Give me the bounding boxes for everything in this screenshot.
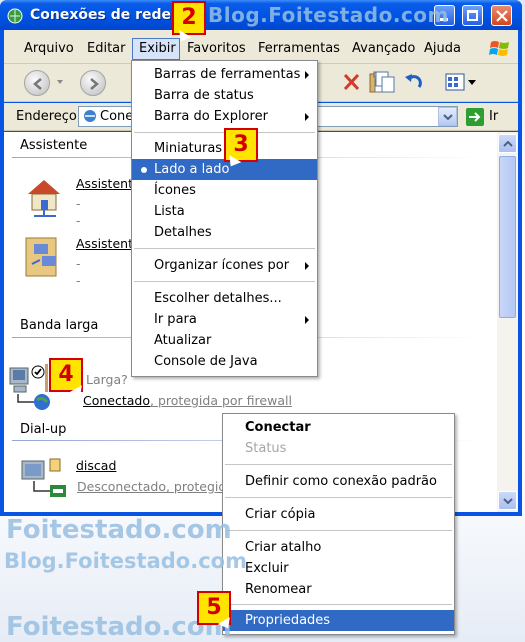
chevron-down-icon [503, 498, 513, 504]
context-item-create-shortcut[interactable]: Criar atalho [223, 537, 454, 558]
submenu-arrow-icon [305, 71, 309, 79]
dialup-connection-icon[interactable] [20, 455, 70, 505]
group-title-banda-larga: Banda larga [20, 318, 99, 333]
view-menu-item-go-to[interactable]: Ir para [132, 309, 317, 330]
selected-bullet-icon [141, 167, 147, 173]
context-item-properties[interactable]: Propriedades [223, 610, 454, 631]
context-item-status: Status [245, 441, 287, 456]
maximize-button[interactable] [462, 5, 483, 26]
view-menu-item-status-bar[interactable]: Barra de status [132, 85, 317, 106]
context-menu: Conectar Status Definir como conexão pad… [222, 413, 455, 635]
network-connections-icon [7, 8, 23, 24]
view-menu-item-arrange-icons[interactable]: Organizar ícones por [132, 255, 317, 276]
address-value: Cone [100, 109, 134, 124]
address-dropdown-button[interactable] [438, 107, 457, 126]
menu-separator [225, 530, 452, 531]
menu-separator [225, 464, 452, 465]
scroll-up-button[interactable] [498, 134, 517, 153]
dialup-status: Desconectado, protegid [77, 479, 227, 494]
wizard-2-line1: - [76, 256, 81, 271]
view-menu-item-java-console[interactable]: Console de Java [132, 351, 317, 372]
context-item-set-default[interactable]: Definir como conexão padrão [223, 471, 454, 492]
menu-ferramentas[interactable]: Ferramentas [258, 41, 340, 56]
wizard-1-line2: - [76, 213, 81, 228]
undo-icon[interactable] [403, 71, 425, 93]
back-button[interactable] [24, 70, 50, 96]
go-button[interactable]: Ir [489, 109, 498, 124]
broadband-name[interactable]: Larga? [86, 372, 128, 387]
broadband-status-row: Conectado, protegida por firewall [83, 393, 292, 408]
window-title: Conexões de rede [30, 7, 172, 23]
back-dropdown-icon[interactable] [57, 80, 63, 84]
views-button[interactable] [444, 71, 478, 93]
menu-favoritos[interactable]: Favoritos [187, 41, 246, 56]
view-menu-item-toolbars[interactable]: Barras de ferramentas [132, 64, 317, 85]
network-folder-icon [84, 110, 96, 122]
menu-editar[interactable]: Editar [87, 41, 126, 56]
chevron-down-icon [443, 114, 453, 120]
submenu-arrow-icon [305, 113, 309, 121]
view-menu-item-list[interactable]: Lista [132, 201, 317, 222]
context-item-delete[interactable]: Excluir [223, 558, 454, 579]
forward-button[interactable] [80, 70, 106, 96]
wizard-1-line1: - [76, 196, 81, 211]
delete-icon[interactable] [342, 71, 362, 93]
forward-arrow-icon [90, 78, 99, 90]
step-badge-2: 2 [172, 1, 206, 35]
context-item-rename[interactable]: Renomear [223, 579, 454, 600]
menu-ajuda[interactable]: Ajuda [424, 41, 461, 56]
copy-icon[interactable] [374, 70, 396, 94]
submenu-arrow-icon [305, 262, 309, 270]
broadband-status-extra: , protegida por firewall [150, 393, 292, 408]
watermark-1: Foitestado.com [6, 515, 232, 545]
menu-separator [225, 497, 452, 498]
context-item-create-copy[interactable]: Criar cópia [223, 504, 454, 525]
close-icon [496, 10, 508, 22]
maximize-icon [467, 10, 478, 21]
wizard-2-line2: - [76, 273, 81, 288]
address-label: Endereço [16, 109, 77, 124]
windows-logo-icon [489, 41, 509, 56]
close-button[interactable] [491, 5, 512, 26]
submenu-arrow-icon [305, 316, 309, 324]
menu-exibir[interactable]: Exibir [139, 41, 176, 56]
watermark-top: Blog.Foitestado.com [208, 3, 449, 27]
dialup-name[interactable]: discad [76, 458, 116, 473]
group-title-assistente: Assistente [20, 138, 88, 153]
menu-arquivo[interactable]: Arquivo [24, 41, 74, 56]
home-network-wizard-icon[interactable] [22, 174, 68, 218]
back-arrow-icon [33, 78, 42, 90]
scroll-down-button[interactable] [498, 491, 517, 510]
group-title-dialup: Dial-up [20, 422, 67, 437]
go-arrow-icon[interactable] [466, 108, 484, 126]
broadband-status[interactable]: Conectado [83, 393, 150, 408]
menu-separator [225, 604, 452, 605]
new-connection-wizard-icon[interactable] [22, 234, 68, 280]
view-menu: Barras de ferramentas Barra de status Ba… [131, 60, 318, 377]
view-menu-item-explorer-bar[interactable]: Barra do Explorer [132, 106, 317, 127]
view-menu-item-icons[interactable]: Ícones [132, 180, 317, 201]
menu-separator [134, 248, 315, 249]
view-menu-item-details[interactable]: Detalhes [132, 222, 317, 243]
view-menu-item-refresh[interactable]: Atualizar [132, 330, 317, 351]
view-menu-item-choose-details[interactable]: Escolher detalhes... [132, 288, 317, 309]
menu-separator [134, 281, 315, 282]
scroll-thumb[interactable] [499, 156, 516, 318]
chevron-up-icon [503, 141, 513, 147]
menu-avancado[interactable]: Avançado [352, 41, 415, 56]
watermark-2: Blog.Foitestado.com [4, 549, 247, 573]
context-item-connect[interactable]: Conectar [223, 417, 454, 438]
